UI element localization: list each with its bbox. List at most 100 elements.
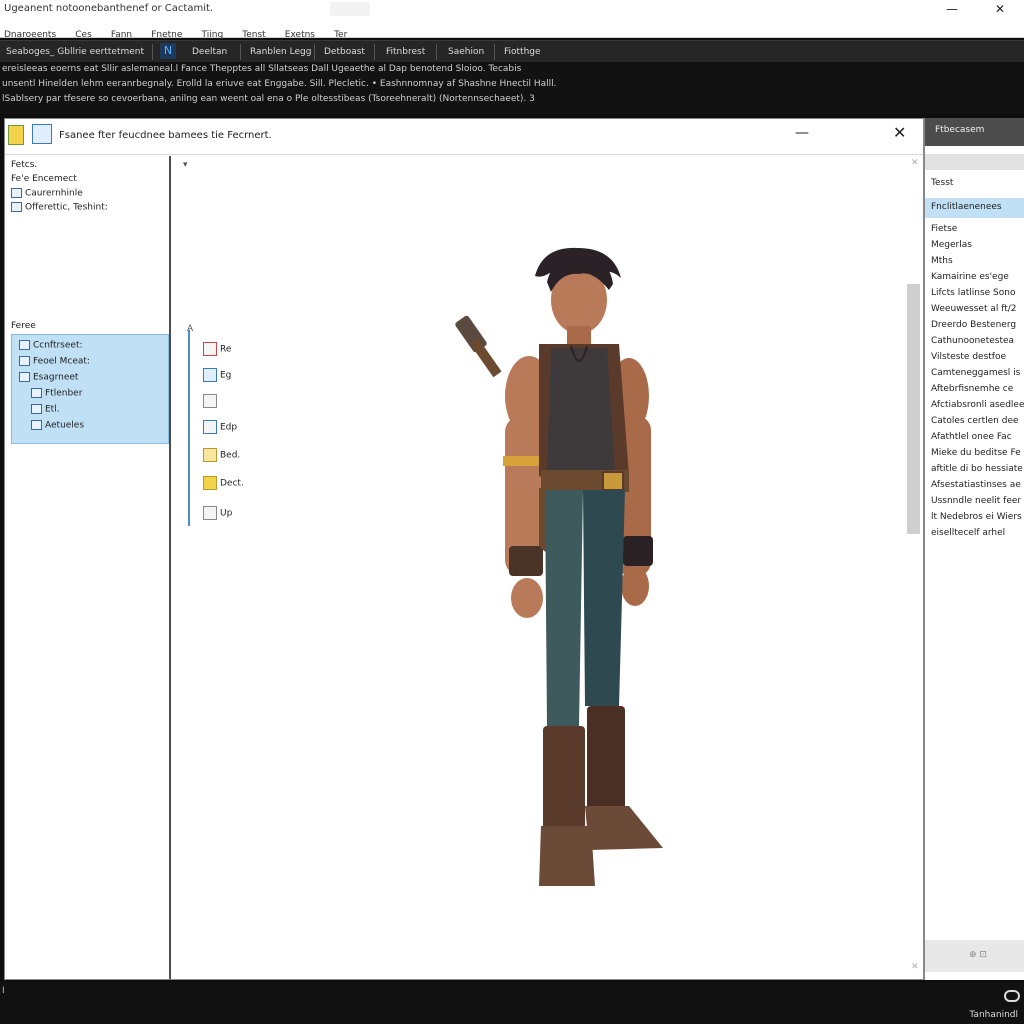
toolbar-separator: [436, 44, 437, 60]
right-panel-item[interactable]: Kamairine es'ege: [931, 272, 1009, 282]
list-icon: [11, 188, 22, 198]
close-button[interactable]: ✕: [990, 2, 1010, 16]
layer-item[interactable]: [203, 394, 220, 408]
layer-item[interactable]: Re: [203, 342, 231, 356]
tree-item[interactable]: Etl.: [31, 404, 60, 415]
app-title: Ugeanent notoonebanthenef or Cactamit.: [4, 3, 214, 14]
right-panel-item[interactable]: aftitle di bo hessiate: [931, 464, 1023, 474]
right-panel-item[interactable]: Catoles certlen dee: [931, 416, 1019, 426]
layer-icon: [203, 506, 217, 520]
right-panel-item[interactable]: eiselltecelf arhel: [931, 528, 1005, 538]
toolbar-separator: [494, 44, 495, 60]
right-panel-selected[interactable]: Fnclitlaenenees: [925, 198, 1024, 218]
toolbar: Seaboges_ Gbllrie eerttetment N Deeltan …: [0, 40, 1024, 62]
arm-band: [503, 456, 543, 466]
right-panel-title: Ftbecasem: [935, 125, 985, 135]
status-left: I: [2, 986, 5, 996]
info-line: ereisleeas eoerns eat Sllir aslemaneal.l…: [2, 64, 522, 74]
right-panel-footer: ⊕ ⊡: [925, 940, 1024, 972]
right-panel-item[interactable]: Mths: [931, 256, 953, 266]
tree-item[interactable]: Ccnftrseet:: [19, 340, 83, 351]
title-spacer: [330, 2, 370, 16]
right-panel-band: [925, 154, 1024, 170]
doc-close-button[interactable]: ✕: [893, 123, 906, 142]
right-hand: [621, 566, 649, 606]
canvas-area[interactable]: ▾ A Re Eg Edp Bed. Dect. Up ✕ ✕: [173, 156, 923, 979]
layer-icon: [203, 420, 217, 434]
resize-icon[interactable]: ✕: [911, 962, 919, 972]
right-panel-item[interactable]: Aftebrfisnemhe ce: [931, 384, 1013, 394]
right-panel-item[interactable]: Vilsteste destfoe: [931, 352, 1006, 362]
right-panel-item[interactable]: Ussnndle neelit feer ca: [931, 496, 1024, 506]
right-panel-item[interactable]: lt Nedebros ei Wiers: [931, 512, 1022, 522]
tree-item[interactable]: Ftlenber: [31, 388, 82, 399]
right-panel-item[interactable]: Lifcts latlinse Sono: [931, 288, 1015, 298]
doc-minimize-button[interactable]: —: [795, 125, 809, 141]
toolbar-item[interactable]: Saehion: [442, 44, 490, 60]
menu-bar: Dnaroeents Ces Fann Fnetne Tiing Tenst E…: [0, 22, 1024, 40]
document-icon[interactable]: [32, 124, 52, 144]
section-label: Feree: [11, 321, 36, 331]
document-window: Fsanee fter feucdnee bamees tie Fecrnert…: [4, 118, 924, 980]
right-bracer: [623, 536, 653, 566]
layer-item[interactable]: Bed.: [203, 448, 240, 462]
layer-item[interactable]: Edp: [203, 420, 237, 434]
info-line: unsentl Hinelden lehm eeranrbegnaly. Ero…: [2, 79, 557, 89]
right-panel-item[interactable]: Afathtlel onee Fac: [931, 432, 1012, 442]
left-shoe: [539, 826, 595, 886]
canvas-close-icon[interactable]: ✕: [911, 158, 919, 168]
folder-icon[interactable]: [8, 125, 24, 145]
tree-item[interactable]: Feoel Mceat:: [19, 356, 90, 367]
layer-item[interactable]: Up: [203, 506, 232, 520]
left-pane-line[interactable]: Fe'e Encemect: [11, 174, 77, 184]
right-panel-item[interactable]: Fietse: [931, 224, 957, 234]
minimize-button[interactable]: —: [942, 2, 962, 16]
right-panel-header: Ftbecasem: [925, 118, 1024, 146]
toolbar-item[interactable]: Detboast: [318, 44, 371, 60]
right-boot: [587, 706, 625, 816]
left-pane: Fetcs. Fe'e Encemect Caurernhinle Offere…: [5, 156, 171, 979]
character-illustration: [455, 247, 663, 886]
visibility-icon[interactable]: [1004, 990, 1020, 1002]
toolbar-separator: [374, 44, 375, 60]
left-pane-line[interactable]: Caurernhinle: [11, 188, 83, 199]
layer-icon: [203, 368, 217, 382]
collapse-marker[interactable]: ▾: [183, 160, 188, 170]
right-panel-item[interactable]: Dreerdo Bestenerg: [931, 320, 1016, 330]
right-panel-item[interactable]: Weeuwesset al ft/2: [931, 304, 1017, 314]
layer-icon: [203, 394, 217, 408]
list-icon: [11, 202, 22, 212]
layer-item[interactable]: Eg: [203, 368, 231, 382]
layer-icon: [203, 448, 217, 462]
toolbar-item[interactable]: Fiotthge: [498, 44, 547, 60]
right-panel-item[interactable]: Camteneggamesl is: [931, 368, 1020, 378]
right-panel-item[interactable]: Afsestatiastinses ae: [931, 480, 1021, 490]
toolbar-item[interactable]: Fitnbrest: [380, 44, 431, 60]
right-panel-item[interactable]: Cathunoonetestea: [931, 336, 1014, 346]
layer-icon: [203, 476, 217, 490]
tree-item[interactable]: Aetueles: [31, 420, 84, 431]
right-panel-item[interactable]: Megerlas: [931, 240, 972, 250]
document-title: Fsanee fter feucdnee bamees tie Fecrnert…: [59, 130, 272, 141]
status-right: Tanhanindl: [969, 1010, 1018, 1020]
document-title-bar: Fsanee fter feucdnee bamees tie Fecrnert…: [5, 119, 923, 155]
toolbar-separator: [152, 44, 153, 60]
toolbar-item[interactable]: Ranblen Legg: [244, 44, 317, 60]
layer-guide: [188, 330, 190, 526]
info-line: lSablsery par tfesere so cevoerbana, ani…: [2, 94, 535, 104]
right-panel-footer-icons[interactable]: ⊕ ⊡: [969, 950, 987, 960]
belt-buckle: [602, 471, 624, 491]
right-panel-selected-label: Fnclitlaenenees: [931, 202, 1002, 212]
layer-item[interactable]: Dect.: [203, 476, 244, 490]
app-icon[interactable]: N: [160, 43, 176, 59]
toolbar-separator: [240, 44, 241, 60]
right-panel: Ftbecasem Tesst Fnclitlaenenees Fietse M…: [924, 118, 1024, 980]
toolbar-item[interactable]: Seaboges_ Gbllrie eerttetment: [0, 44, 150, 60]
toolbar-item[interactable]: Deeltan: [186, 44, 233, 60]
tree-item-icon: [19, 372, 30, 382]
right-panel-item[interactable]: Mieke du beditse Fe: [931, 448, 1021, 458]
tree-item[interactable]: Esagrneet: [19, 372, 78, 383]
vertical-scrollbar[interactable]: [907, 284, 920, 534]
right-panel-item[interactable]: Afctiabsronli asedlee: [931, 400, 1024, 410]
left-pane-line[interactable]: Offerettic, Teshint:: [11, 202, 108, 213]
